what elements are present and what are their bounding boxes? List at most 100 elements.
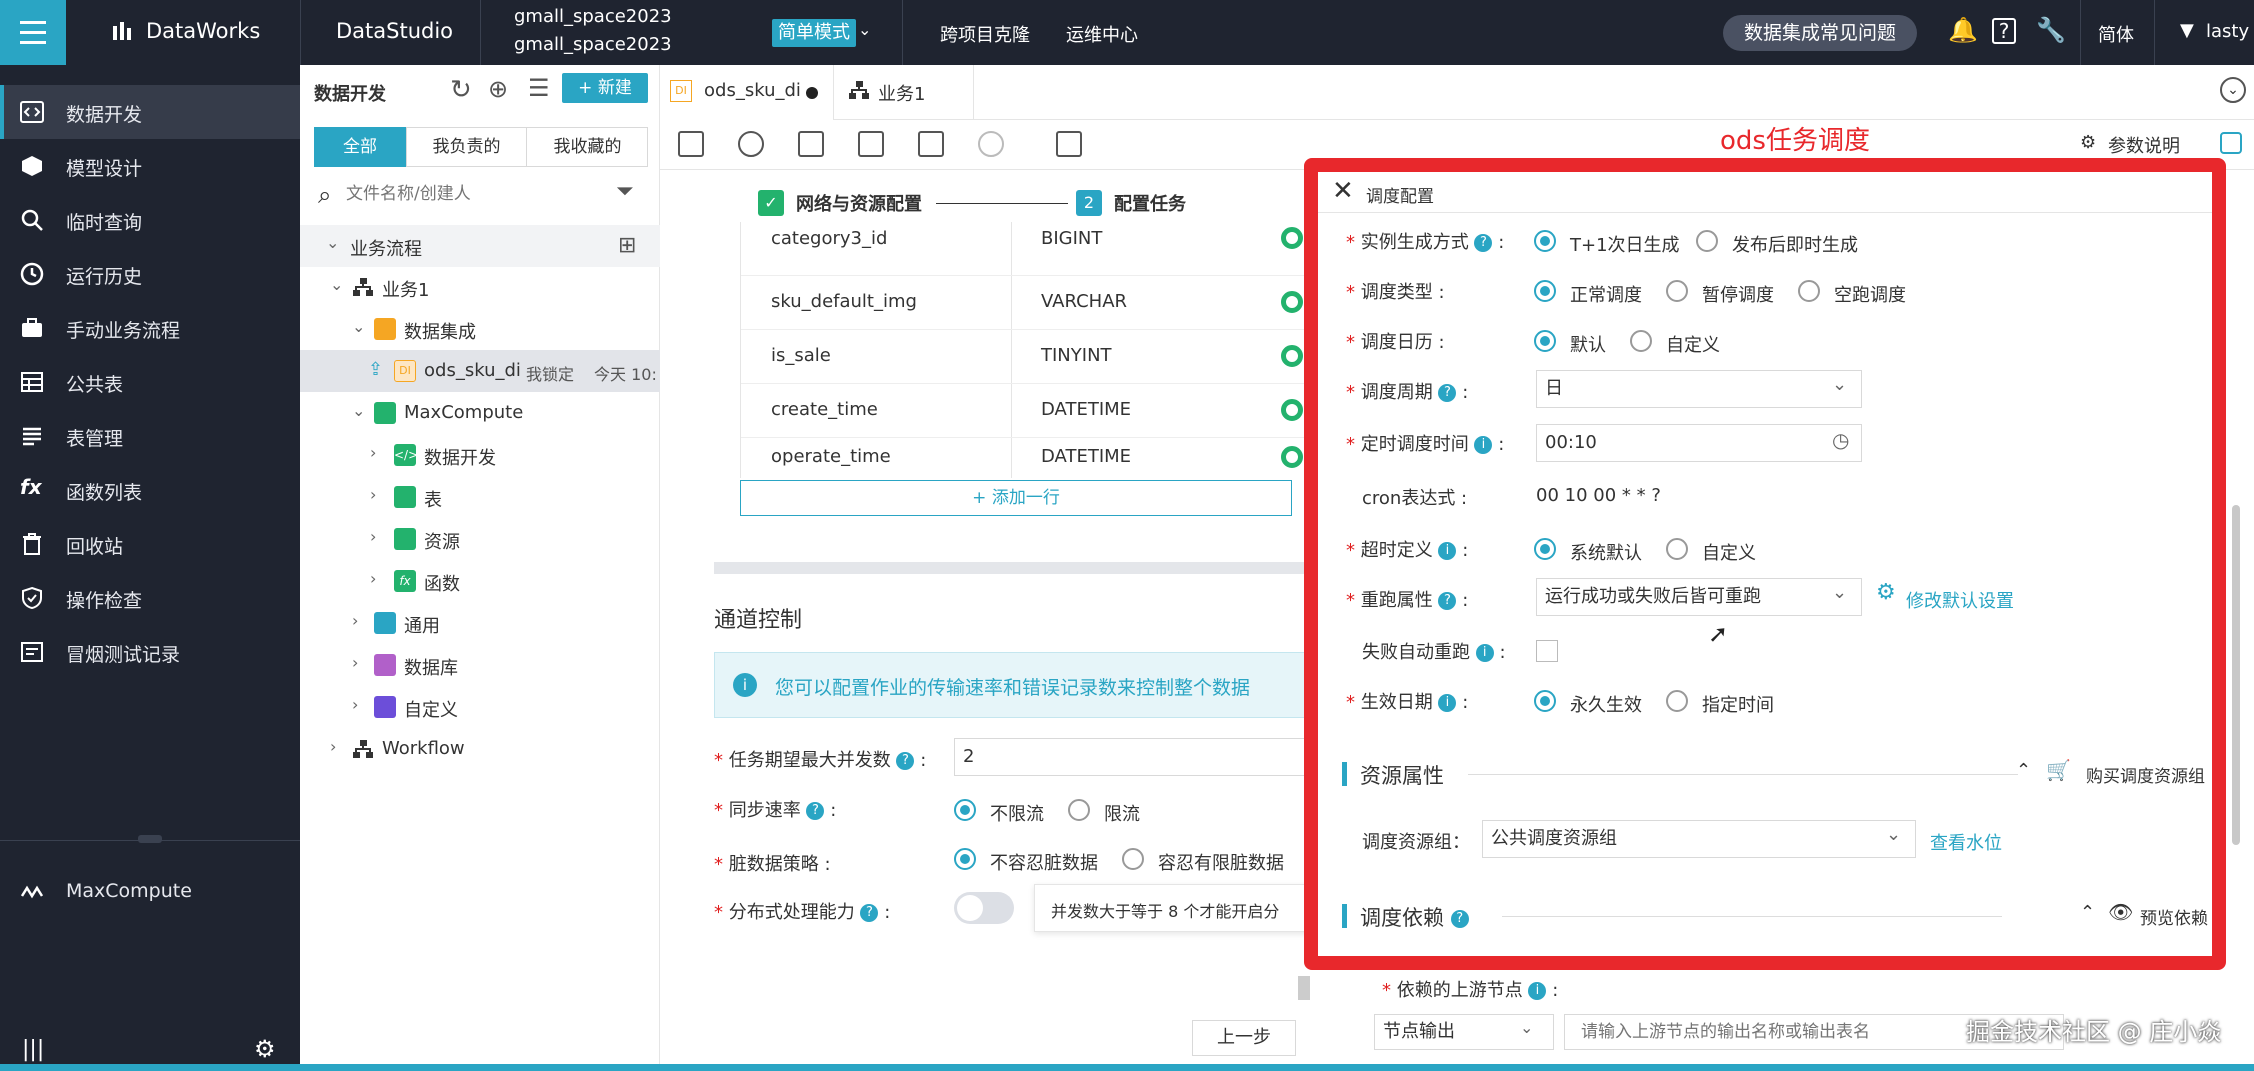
sliders-icon[interactable]: ⚙ xyxy=(2080,132,2096,153)
tab-flow1[interactable]: 业务1 xyxy=(834,65,974,120)
add-row-button[interactable]: + 添加一行 xyxy=(740,480,1292,516)
effective-radio-range[interactable] xyxy=(1666,690,1688,712)
sidebar-item-history[interactable]: 运行历史 xyxy=(0,247,300,301)
bell-icon[interactable]: 🔔 xyxy=(1948,16,1978,44)
gear-icon[interactable]: ⚙ xyxy=(254,1035,276,1063)
language-switch[interactable]: 简体 xyxy=(2098,21,2134,47)
scrollbar[interactable] xyxy=(2232,505,2240,845)
autorerun-checkbox[interactable] xyxy=(1536,640,1558,662)
scrollbar[interactable] xyxy=(1298,976,1310,1000)
type-radio-dry-run[interactable] xyxy=(1798,280,1820,302)
tab-favorites[interactable]: 我收藏的 xyxy=(526,127,648,167)
chevron-down-icon[interactable]: ⌄ xyxy=(858,20,871,39)
instance-radio-t1[interactable] xyxy=(1534,230,1556,252)
save-icon[interactable] xyxy=(678,131,704,157)
user-name[interactable]: lasty xyxy=(2206,21,2249,42)
help-icon[interactable]: ? xyxy=(806,802,825,820)
run-params-icon[interactable] xyxy=(798,131,824,157)
eye-icon[interactable]: 👁 xyxy=(2108,900,2133,924)
tab-ods-sku-di[interactable]: DI ods_sku_di xyxy=(660,65,834,120)
dirty-radio-limited[interactable] xyxy=(1122,848,1144,870)
tree-item-table[interactable]: › 表 xyxy=(300,477,660,517)
collapse-up-icon[interactable]: ⌃ xyxy=(2080,902,2095,923)
chevron-down-icon[interactable]: ⌄ xyxy=(2220,77,2246,103)
new-button[interactable]: + 新建 xyxy=(562,73,648,103)
time-input[interactable]: 00:10 xyxy=(1536,424,1862,462)
workspace-name[interactable]: gmall_space2023 xyxy=(514,6,672,27)
tab-all[interactable]: 全部 xyxy=(314,127,406,167)
tree-item-database[interactable]: › 数据库 xyxy=(300,645,660,685)
type-radio-pause[interactable] xyxy=(1666,280,1688,302)
timeout-radio-custom[interactable] xyxy=(1666,538,1688,560)
sidebar-item-table-mgmt[interactable]: 表管理 xyxy=(0,409,300,463)
run-icon[interactable] xyxy=(738,131,764,157)
publish-icon[interactable] xyxy=(918,131,944,157)
tree-item-workflow[interactable]: › Workflow xyxy=(300,729,660,769)
drag-handle[interactable] xyxy=(138,835,162,843)
sidebar-item-functions[interactable]: fx 函数列表 xyxy=(0,463,300,517)
submit-icon[interactable] xyxy=(858,131,884,157)
cart-icon[interactable]: 🛒 xyxy=(2046,758,2071,782)
close-icon[interactable]: ✕ xyxy=(1332,176,1354,206)
distributed-toggle[interactable] xyxy=(954,892,1014,924)
workspace-id[interactable]: gmall_space2023 xyxy=(514,34,672,55)
sidebar-item-public-table[interactable]: 公共表 xyxy=(0,355,300,409)
tree-item-resource[interactable]: › 资源 xyxy=(300,519,660,559)
calendar-radio-custom[interactable] xyxy=(1630,330,1652,352)
instance-radio-immediate[interactable] xyxy=(1696,230,1718,252)
tree-item-flow1[interactable]: ⌄ 业务1 xyxy=(300,267,660,307)
nav-ops[interactable]: 运维中心 xyxy=(1066,21,1138,47)
script-mode-icon[interactable] xyxy=(1056,131,1082,157)
param-doc-link[interactable]: 参数说明 xyxy=(2108,132,2180,158)
preview-dependency-link[interactable]: 预览依赖 xyxy=(2140,904,2208,929)
menu-list-icon[interactable]: ☰ xyxy=(528,74,550,102)
filter-icon[interactable]: ⏷ xyxy=(616,179,634,204)
tree-item-function[interactable]: › fx 函数 xyxy=(300,561,660,601)
mode-badge[interactable]: 简单模式 xyxy=(772,19,856,47)
help-icon[interactable]: ? xyxy=(860,904,879,922)
prev-step-button[interactable]: 上一步 xyxy=(1192,1020,1296,1056)
gear-icon[interactable]: ⚙ xyxy=(1876,580,1896,605)
calendar-radio-default[interactable] xyxy=(1534,330,1556,352)
help-icon[interactable]: ? xyxy=(1992,18,2016,44)
resource-group-select[interactable]: 公共调度资源组 xyxy=(1482,820,1916,858)
refresh-icon[interactable]: ↻ xyxy=(450,75,472,105)
speed-radio-unlimited[interactable] xyxy=(954,799,976,821)
collapse-icon[interactable]: ||| xyxy=(22,1037,44,1062)
sidebar-item-data-dev[interactable]: 数据开发 xyxy=(0,85,300,139)
clock-icon[interactable]: ◷ xyxy=(1832,428,1849,452)
locate-icon[interactable]: ⊕ xyxy=(488,75,508,103)
stop-icon[interactable] xyxy=(978,131,1004,157)
buy-resource-link[interactable]: 购买调度资源组 xyxy=(2086,762,2205,787)
section-header[interactable]: ⌄ 业务流程 ⊞ xyxy=(300,225,660,267)
tree-search-input[interactable] xyxy=(346,177,608,211)
brand[interactable]: DataWorks xyxy=(146,19,260,43)
help-icon[interactable]: ? xyxy=(896,752,915,770)
rerun-select[interactable]: 运行成功或失败后皆可重跑 xyxy=(1536,578,1862,616)
sidebar-item-query[interactable]: 临时查询 xyxy=(0,193,300,247)
tree-item-general[interactable]: › 通用 xyxy=(300,603,660,643)
type-radio-normal[interactable] xyxy=(1534,280,1556,302)
timeout-radio-default[interactable] xyxy=(1534,538,1556,560)
faq-button[interactable]: 数据集成常见问题 xyxy=(1723,15,1917,51)
sidebar-item-manual-flow[interactable]: 手动业务流程 xyxy=(0,301,300,355)
menu-icon[interactable] xyxy=(0,0,66,65)
tab-mine[interactable]: 我负责的 xyxy=(406,127,526,167)
period-select[interactable]: 日 xyxy=(1536,370,1862,408)
tree-item-data-integration[interactable]: ⌄ 数据集成 xyxy=(300,309,660,349)
nav-clone[interactable]: 跨项目克隆 xyxy=(940,21,1030,47)
sidebar-item-smoke-test[interactable]: 冒烟测试记录 xyxy=(0,625,300,679)
collapse-up-icon[interactable]: ⌃ xyxy=(2016,760,2031,781)
unsaved-dot-icon[interactable] xyxy=(806,87,818,99)
sidebar-item-maxcompute[interactable]: MaxCompute xyxy=(0,865,300,919)
user-avatar-icon[interactable]: ▼ xyxy=(2180,20,2194,41)
speed-radio-limited[interactable] xyxy=(1068,799,1090,821)
sidebar-item-recycle[interactable]: 回收站 xyxy=(0,517,300,571)
effective-radio-forever[interactable] xyxy=(1534,690,1556,712)
sidebar-item-model[interactable]: 模型设计 xyxy=(0,139,300,193)
dirty-radio-none[interactable] xyxy=(954,848,976,870)
grid-icon[interactable]: ⊞ xyxy=(618,233,636,258)
tree-item-maxcompute[interactable]: ⌄ MaxCompute xyxy=(300,393,660,433)
side-panel-icon[interactable] xyxy=(2220,132,2242,154)
wrench-icon[interactable]: 🔧 xyxy=(2036,16,2066,44)
